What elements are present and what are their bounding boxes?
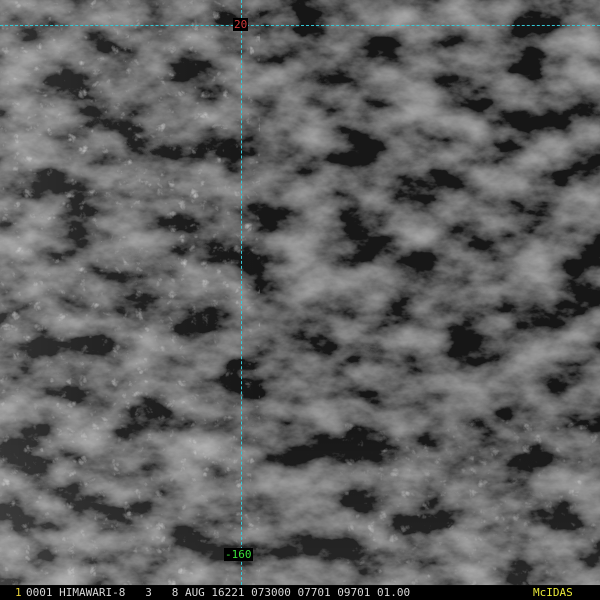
mcidas-brand: McIDAS [533,586,573,599]
latitude-gridline [0,25,600,26]
satellite-image [0,0,600,585]
satellite-viewer: 20 -160 1 0001 HIMAWARI-8 3 8 AUG 16221 … [0,0,600,600]
status-bar: 1 0001 HIMAWARI-8 3 8 AUG 16221 073000 0… [0,586,600,600]
longitude-label: -160 [224,548,253,561]
longitude-gridline [241,0,242,585]
frame-number: 1 [15,586,22,599]
image-header-text: 0001 HIMAWARI-8 3 8 AUG 16221 073000 077… [26,586,411,599]
latitude-label: 20 [233,18,249,31]
